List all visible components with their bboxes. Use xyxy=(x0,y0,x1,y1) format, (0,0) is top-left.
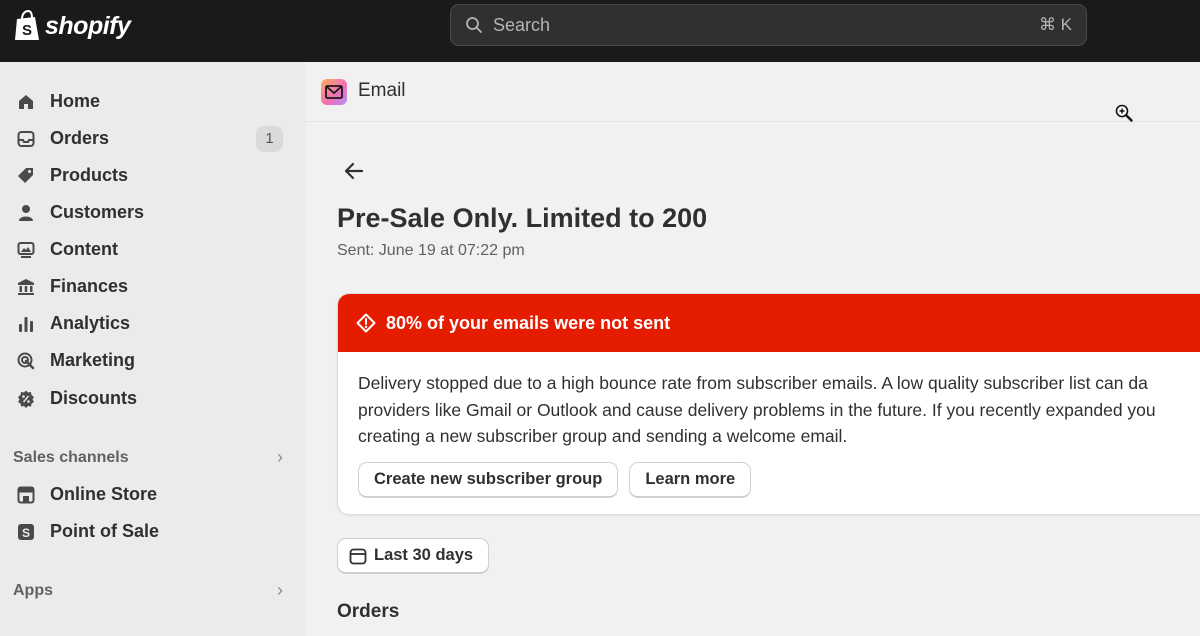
app-header: Email xyxy=(305,62,1200,122)
sales-channels-label: Sales channels xyxy=(13,448,129,466)
search-placeholder: Search xyxy=(493,14,551,35)
banner-actions: Create new subscriber group Learn more xyxy=(358,461,1200,498)
banner-text-line: creating a new subscriber group and send… xyxy=(358,426,848,446)
pos-icon: S xyxy=(16,522,36,542)
learn-more-button[interactable]: Learn more xyxy=(629,461,752,498)
sidebar-item-content[interactable]: Content xyxy=(0,231,305,268)
sidebar-item-label: Marketing xyxy=(50,350,136,370)
banner-title: 80% of your emails were not sent xyxy=(386,312,671,333)
alert-diamond-icon xyxy=(356,313,376,333)
main-content: Email Pre-Sale Only. Limited to 200 Sent… xyxy=(305,62,1200,636)
home-icon xyxy=(16,92,36,112)
sidebar-item-point-of-sale[interactable]: S Point of Sale xyxy=(0,513,305,550)
orders-count-badge: 1 xyxy=(256,125,283,152)
target-icon xyxy=(16,351,36,371)
sidebar-item-analytics[interactable]: Analytics xyxy=(0,305,305,342)
banner-header: 80% of your emails were not sent xyxy=(338,294,1200,352)
sidebar-item-customers[interactable]: Customers xyxy=(0,194,305,231)
svg-text:S: S xyxy=(22,22,32,39)
zoom-in-icon xyxy=(1115,104,1133,122)
sidebar-item-label: Discounts xyxy=(50,388,138,408)
sidebar-item-orders[interactable]: Orders 1 xyxy=(0,120,305,157)
svg-text:S: S xyxy=(22,526,30,540)
brand-name: shopify xyxy=(45,11,131,40)
chevron-right-icon: › xyxy=(277,447,283,467)
sales-channels-header[interactable]: Sales channels › xyxy=(13,447,283,468)
banner-text-line: Delivery stopped due to a high bounce ra… xyxy=(358,373,1148,393)
search-icon xyxy=(466,17,482,33)
banner-body: Delivery stopped due to a high bounce ra… xyxy=(338,352,1200,498)
sidebar-item-discounts[interactable]: Discounts xyxy=(0,380,305,417)
sidebar-item-label: Finances xyxy=(50,276,129,296)
create-subscriber-group-button[interactable]: Create new subscriber group xyxy=(358,461,619,498)
page-title: Pre-Sale Only. Limited to 200 xyxy=(337,203,708,233)
sidebar-item-products[interactable]: Products xyxy=(0,157,305,194)
sidebar-item-label: Analytics xyxy=(50,313,131,333)
critical-banner: 80% of your emails were not sent Deliver… xyxy=(337,293,1200,515)
sidebar-item-finances[interactable]: Finances xyxy=(0,268,305,305)
shopify-bag-icon: S xyxy=(15,10,39,40)
sidebar-item-label: Products xyxy=(50,165,129,185)
chevron-right-icon: › xyxy=(277,580,283,600)
date-range-label: Last 30 days xyxy=(374,546,474,564)
date-range-button[interactable]: Last 30 days xyxy=(337,538,490,574)
bank-icon xyxy=(16,277,36,297)
sidebar-item-label: Customers xyxy=(50,202,145,222)
sidebar-item-label: Content xyxy=(50,239,118,259)
back-arrow-icon[interactable] xyxy=(342,160,368,182)
top-bar: S shopify Search ⌘ K xyxy=(0,0,1200,62)
search-bar[interactable]: Search ⌘ K xyxy=(450,4,1087,46)
orders-icon xyxy=(16,129,36,149)
shopify-logo[interactable]: S shopify xyxy=(13,10,131,42)
sidebar-item-marketing[interactable]: Marketing xyxy=(0,342,305,379)
sidebar-item-label: Orders xyxy=(50,128,110,148)
store-icon xyxy=(16,485,36,505)
sidebar-item-online-store[interactable]: Online Store xyxy=(0,476,305,513)
apps-header[interactable]: Apps › xyxy=(13,580,283,601)
sidebar-item-label: Point of Sale xyxy=(50,521,160,541)
sidebar-item-label: Home xyxy=(50,91,101,111)
orders-section-title: Orders xyxy=(337,601,400,622)
search-shortcut: ⌘ K xyxy=(1038,15,1072,34)
sidebar-item-label: Online Store xyxy=(50,484,158,504)
discount-icon xyxy=(16,389,36,409)
content-icon xyxy=(16,240,36,260)
banner-text-line: providers like Gmail or Outlook and caus… xyxy=(358,399,1156,420)
tag-icon xyxy=(16,166,36,186)
sidebar-item-home[interactable]: Home xyxy=(0,83,305,120)
apps-label: Apps xyxy=(13,581,53,599)
sent-timestamp: Sent: June 19 at 07:22 pm xyxy=(337,242,525,259)
email-app-icon xyxy=(321,79,347,105)
person-icon xyxy=(16,203,36,223)
bar-chart-icon xyxy=(16,314,36,334)
sidebar: Home Orders 1 Products Customers Content… xyxy=(0,62,305,636)
calendar-icon xyxy=(349,548,367,564)
app-title: Email xyxy=(358,80,406,101)
